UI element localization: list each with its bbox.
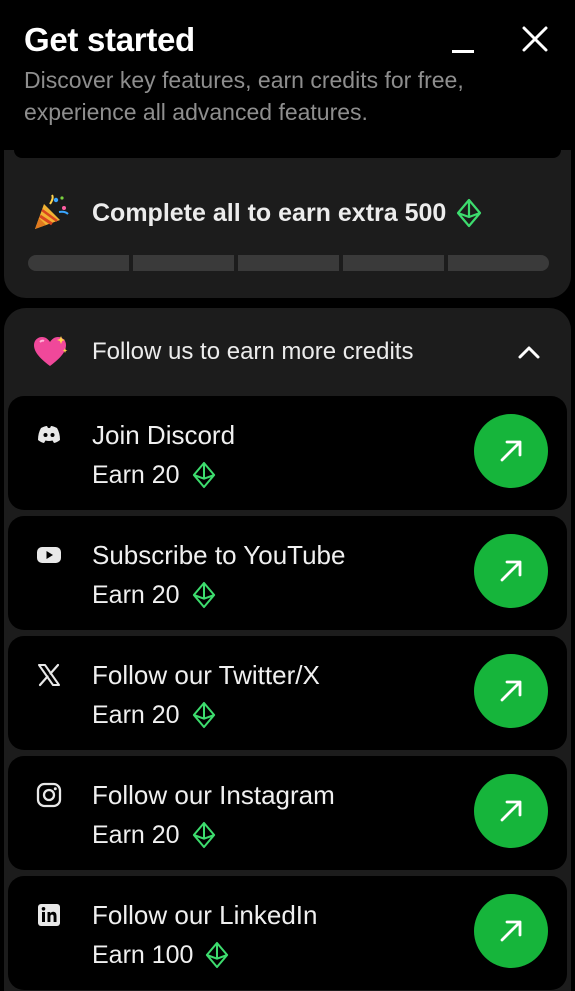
task-title: Join Discord <box>92 420 236 450</box>
arrow-up-right-icon <box>500 800 522 822</box>
task-subscribe-youtube: Subscribe to YouTube Earn 20 <box>8 516 567 630</box>
progress-segment <box>133 255 234 271</box>
open-twitter-button[interactable] <box>474 654 548 728</box>
progress-bar <box>28 255 549 271</box>
progress-segment <box>448 255 549 271</box>
task-follow-linkedin: Follow our LinkedIn Earn 100 <box>8 876 567 990</box>
complete-all-label: Complete all to earn extra 500 <box>92 198 447 227</box>
task-reward-label: Earn 20 <box>92 461 180 489</box>
task-reward-label: Earn 20 <box>92 581 180 609</box>
credit-diamond-icon <box>192 701 215 729</box>
x-twitter-icon <box>38 663 60 687</box>
follow-section: Follow us to earn more credits Join Disc… <box>4 308 571 991</box>
page-subtitle: Discover key features, earn credits for … <box>24 67 464 125</box>
task-title: Follow our LinkedIn <box>92 900 318 930</box>
open-instagram-button[interactable] <box>474 774 548 848</box>
sparkling-heart-icon <box>34 336 68 366</box>
progress-segment <box>343 255 444 271</box>
open-youtube-button[interactable] <box>474 534 548 608</box>
get-started-panel: Get started Discover key features, earn … <box>0 0 575 991</box>
linkedin-icon <box>38 904 60 926</box>
discord-icon <box>38 426 60 443</box>
task-reward-label: Earn 20 <box>92 821 180 849</box>
task-title: Subscribe to YouTube <box>92 540 346 570</box>
task-reward-label: Earn 100 <box>92 941 194 969</box>
arrow-up-right-icon <box>500 920 522 942</box>
credit-diamond-icon <box>206 941 229 969</box>
summary-card: Complete all to earn extra 500 <box>4 150 571 298</box>
credit-diamond-icon <box>457 198 482 228</box>
instagram-icon <box>36 782 62 808</box>
page-title: Get started <box>24 21 195 58</box>
task-reward: Earn 20 <box>92 458 216 492</box>
task-join-discord: Join Discord Earn 20 <box>8 396 567 510</box>
progress-segment <box>28 255 129 271</box>
task-reward: Earn 20 <box>92 698 216 732</box>
close-button[interactable] <box>520 24 550 54</box>
task-title: Follow our Instagram <box>92 780 335 810</box>
follow-section-label: Follow us to earn more credits <box>92 338 414 365</box>
follow-section-header[interactable]: Follow us to earn more credits <box>32 332 542 372</box>
task-follow-instagram: Follow our Instagram Earn 20 <box>8 756 567 870</box>
task-title: Follow our Twitter/X <box>92 660 320 690</box>
close-icon <box>522 26 548 52</box>
youtube-icon <box>37 547 61 563</box>
open-linkedin-button[interactable] <box>474 894 548 968</box>
header: Get started Discover key features, earn … <box>24 20 544 128</box>
task-reward: Earn 100 <box>92 938 229 972</box>
party-popper-icon <box>35 194 69 229</box>
task-reward: Earn 20 <box>92 578 216 612</box>
credit-diamond-icon <box>192 821 215 849</box>
progress-segment <box>238 255 339 271</box>
minimize-button[interactable] <box>452 50 474 53</box>
task-reward-label: Earn 20 <box>92 701 180 729</box>
chevron-up-icon[interactable] <box>516 339 542 365</box>
arrow-up-right-icon <box>500 440 522 462</box>
task-reward: Earn 20 <box>92 818 216 852</box>
credit-diamond-icon <box>192 581 215 609</box>
complete-all-row: Complete all to earn extra 500 <box>32 194 482 230</box>
open-discord-button[interactable] <box>474 414 548 488</box>
arrow-up-right-icon <box>500 560 522 582</box>
task-follow-twitter: Follow our Twitter/X Earn 20 <box>8 636 567 750</box>
credit-diamond-icon <box>192 461 215 489</box>
arrow-up-right-icon <box>500 680 522 702</box>
